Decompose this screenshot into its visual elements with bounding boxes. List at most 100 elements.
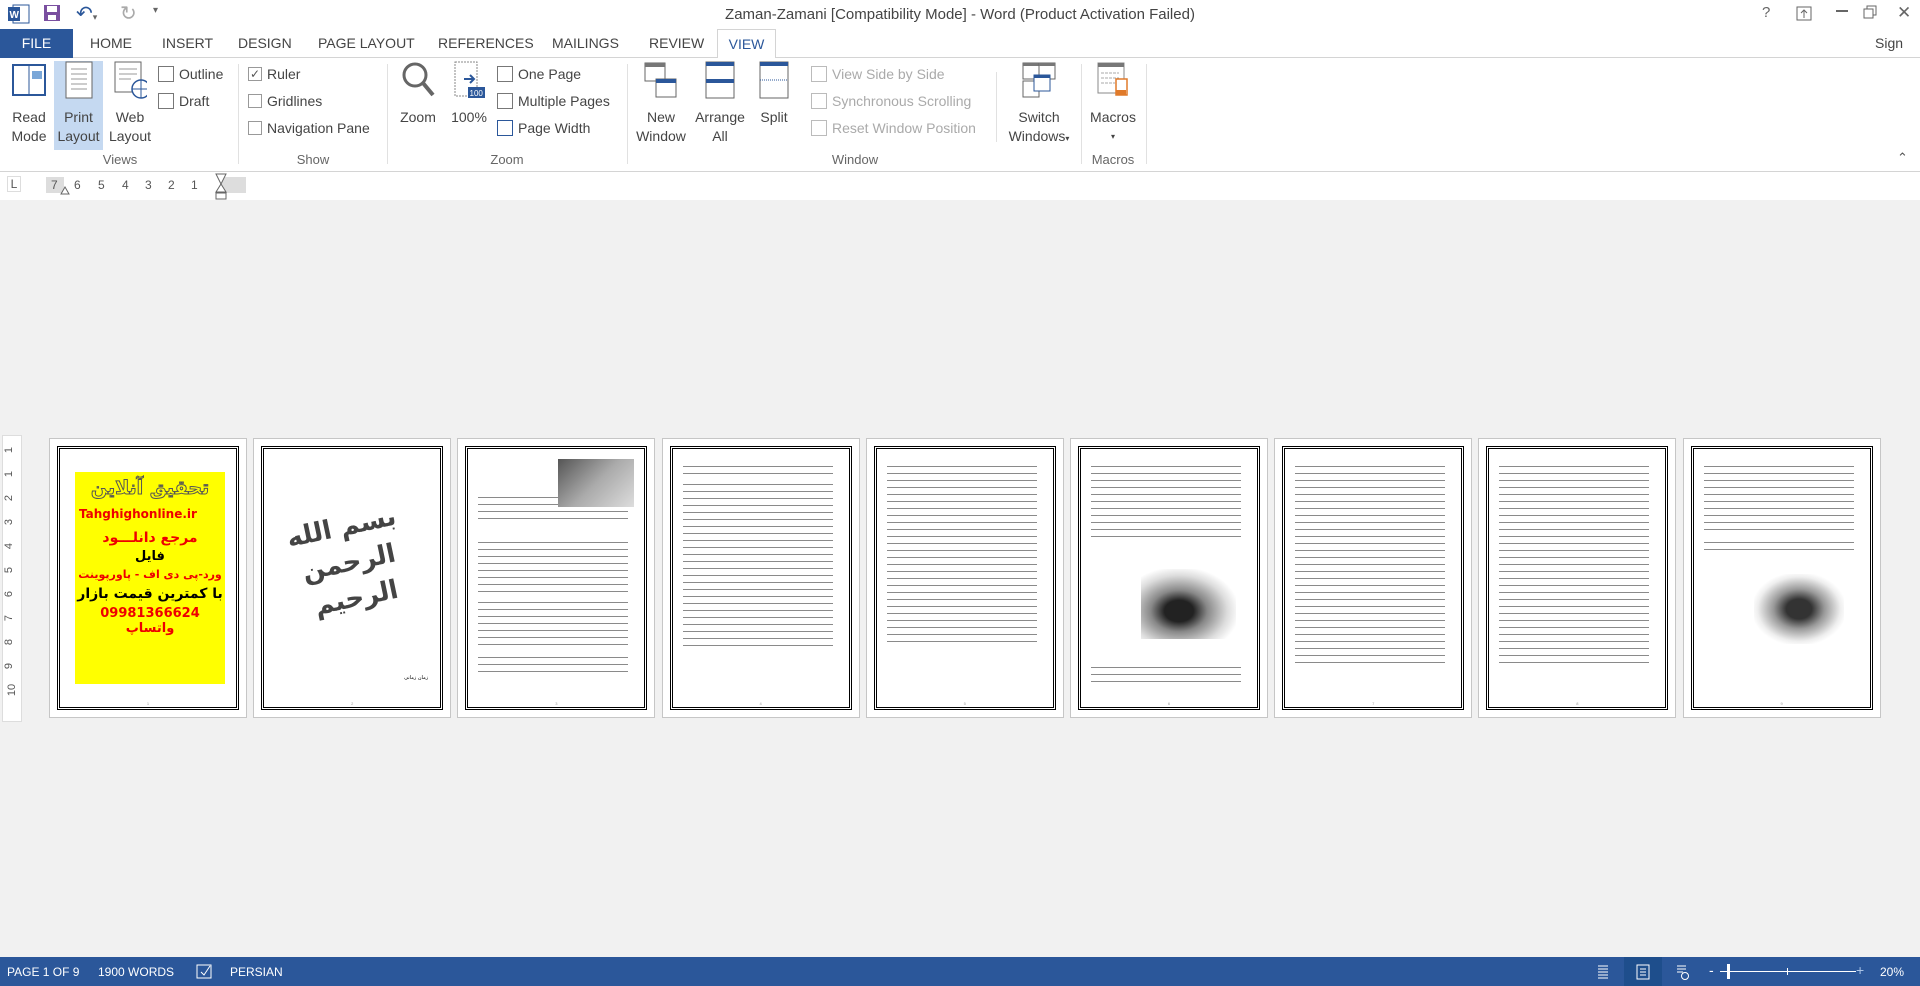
tab-file[interactable]: FILE bbox=[0, 29, 73, 58]
vertical-ruler[interactable]: 1 1 2 3 4 5 6 7 8 9 10 bbox=[2, 435, 22, 722]
draft-button[interactable]: Draft bbox=[158, 90, 209, 112]
page-thumbnail[interactable]: 9 bbox=[1682, 438, 1881, 718]
page-thumbnail[interactable]: تحقیق آنلاین Tahghighonline.ir مرجع دانلــ… bbox=[49, 438, 247, 718]
outline-button[interactable]: Outline bbox=[158, 63, 223, 85]
help-icon[interactable]: ? bbox=[1762, 4, 1770, 21]
read-mode-view-icon[interactable] bbox=[1596, 964, 1610, 980]
one-page-button[interactable]: One Page bbox=[497, 63, 581, 85]
arrange-all-button[interactable]: Arrange All bbox=[692, 61, 748, 146]
group-divider bbox=[1146, 64, 1147, 164]
sign-in-link[interactable]: Sign in bbox=[1867, 29, 1920, 80]
split-button[interactable]: Split bbox=[752, 61, 796, 127]
page-number: 7 bbox=[1372, 701, 1375, 706]
text-block bbox=[1091, 463, 1241, 538]
text-block bbox=[478, 599, 629, 649]
proofing-icon[interactable] bbox=[196, 964, 214, 979]
ruler-bar: L bbox=[0, 172, 1920, 200]
page-number: 6 bbox=[1167, 701, 1171, 706]
print-layout-icon bbox=[65, 61, 92, 99]
zoom-slider[interactable] bbox=[1720, 971, 1856, 972]
multiple-pages-button[interactable]: Multiple Pages bbox=[497, 90, 610, 112]
navigation-pane-checkbox[interactable]: Navigation Pane bbox=[248, 117, 370, 139]
group-divider bbox=[1081, 64, 1082, 164]
horizontal-ruler[interactable]: 7 6 5 4 3 2 1 bbox=[46, 173, 246, 200]
views-group-label: Views bbox=[102, 152, 138, 167]
web-layout-icon bbox=[114, 61, 151, 99]
page-thumbnail[interactable]: 3 bbox=[457, 438, 656, 718]
zoom-out-button[interactable]: - bbox=[1709, 962, 1714, 978]
web-layout-view-icon[interactable] bbox=[1676, 964, 1690, 980]
collapse-ribbon-icon[interactable]: ⌃ bbox=[1897, 150, 1908, 166]
status-bar: PAGE 1 OF 9 1900 WORDS PERSIAN - + 20% bbox=[0, 957, 1920, 986]
web-layout-button[interactable]: Web Layout bbox=[106, 61, 154, 146]
page-number: 8 bbox=[1576, 701, 1579, 706]
page-thumbnail[interactable]: 5 bbox=[865, 438, 1064, 718]
zoom-button[interactable]: Zoom bbox=[396, 61, 440, 127]
one-page-icon bbox=[497, 66, 513, 82]
print-layout-button[interactable]: Print Layout bbox=[54, 61, 103, 150]
page-thumbnail[interactable]: 6 bbox=[1070, 438, 1268, 718]
left-indent-marker-icon[interactable] bbox=[60, 185, 70, 195]
group-divider bbox=[387, 64, 388, 164]
text-block bbox=[1499, 463, 1650, 663]
zoom-in-button[interactable]: + bbox=[1856, 962, 1864, 978]
text-block bbox=[682, 463, 833, 477]
tab-insert[interactable]: INSERT bbox=[154, 29, 221, 58]
page-border bbox=[873, 446, 1056, 710]
zoom-slider-thumb[interactable] bbox=[1726, 964, 1730, 979]
ribbon-display-options-icon[interactable] bbox=[1796, 6, 1812, 21]
page-count[interactable]: PAGE 1 OF 9 bbox=[7, 965, 79, 979]
page-thumbnail[interactable]: 8 bbox=[1478, 438, 1677, 718]
page-thumbnail[interactable]: بسم الله الرحمن الرحیم زمان زمانی 2 bbox=[253, 438, 452, 718]
tab-view[interactable]: VIEW bbox=[717, 29, 776, 59]
reset-window-position-button[interactable]: Reset Window Position bbox=[811, 117, 976, 139]
magnifier-icon bbox=[402, 62, 435, 97]
right-indent-marker-icon[interactable] bbox=[215, 173, 227, 201]
text-block bbox=[1703, 539, 1854, 551]
gridlines-checkbox[interactable]: Gridlines bbox=[248, 90, 322, 112]
page-number: 3 bbox=[555, 701, 558, 706]
tab-references[interactable]: REFERENCES bbox=[430, 29, 542, 58]
tab-design[interactable]: DESIGN bbox=[230, 29, 300, 58]
side-by-side-icon bbox=[811, 66, 827, 82]
svg-text:100: 100 bbox=[470, 89, 484, 98]
page-width-button[interactable]: Page Width bbox=[497, 117, 590, 139]
ruler-checkbox[interactable]: ✓ Ruler bbox=[248, 63, 300, 85]
read-mode-button[interactable]: Read Mode bbox=[8, 61, 50, 146]
text-block bbox=[478, 654, 629, 674]
language[interactable]: PERSIAN bbox=[230, 965, 283, 979]
print-layout-view-icon[interactable] bbox=[1636, 964, 1650, 980]
zoom-100-icon: 100 bbox=[454, 61, 485, 98]
text-block bbox=[1703, 463, 1854, 533]
switch-windows-icon bbox=[1022, 62, 1056, 98]
page-border bbox=[1078, 446, 1260, 710]
synchronous-scrolling-button[interactable]: Synchronous Scrolling bbox=[811, 90, 971, 112]
view-side-by-side-button[interactable]: View Side by Side bbox=[811, 63, 945, 85]
new-window-button[interactable]: New Window bbox=[632, 61, 690, 146]
switch-windows-button[interactable]: Switch Windows▾ bbox=[1003, 61, 1075, 148]
checkmark-icon: ✓ bbox=[248, 67, 262, 81]
tab-selector[interactable]: L bbox=[7, 176, 21, 192]
macros-button[interactable]: Macros ▾ bbox=[1085, 61, 1141, 146]
tab-mailings[interactable]: MAILINGS bbox=[544, 29, 627, 58]
sync-scroll-icon bbox=[811, 93, 827, 109]
page-thumbnail[interactable]: 4 bbox=[661, 438, 860, 718]
tab-home[interactable]: HOME bbox=[82, 29, 140, 58]
tab-page-layout[interactable]: PAGE LAYOUT bbox=[310, 29, 423, 58]
tab-review[interactable]: REVIEW bbox=[641, 29, 712, 58]
minimize-icon[interactable] bbox=[1836, 10, 1848, 12]
page-number: 9 bbox=[1780, 701, 1783, 706]
page-number: 5 bbox=[963, 701, 966, 706]
reset-position-icon bbox=[811, 120, 827, 136]
close-icon[interactable]: ✕ bbox=[1897, 3, 1911, 23]
text-block bbox=[682, 481, 833, 651]
text-block bbox=[1295, 463, 1446, 663]
group-divider bbox=[238, 64, 239, 164]
zoom-level[interactable]: 20% bbox=[1880, 965, 1904, 979]
macros-group-label: Macros bbox=[1091, 152, 1135, 167]
page-thumbnail[interactable]: 7 bbox=[1274, 438, 1473, 718]
zoom-100-button[interactable]: 100 100% bbox=[448, 61, 490, 127]
page-border bbox=[1486, 446, 1669, 710]
word-count[interactable]: 1900 WORDS bbox=[98, 965, 174, 979]
restore-icon[interactable] bbox=[1863, 5, 1877, 19]
